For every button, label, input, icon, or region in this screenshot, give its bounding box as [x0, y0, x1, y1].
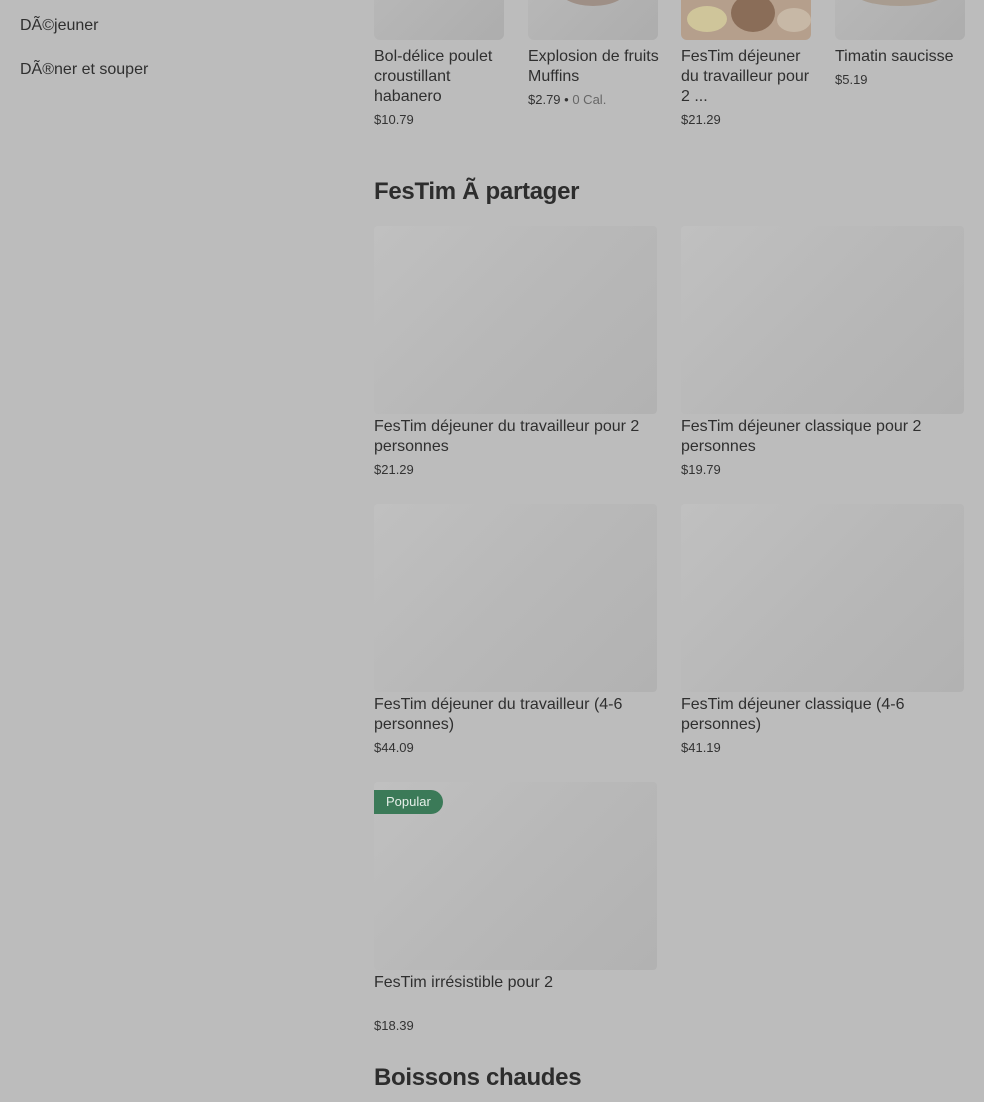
item-image-placeholder: [681, 504, 964, 692]
item-price: $21.29: [681, 112, 721, 127]
item-image: [528, 0, 658, 40]
item-price-row: $2.79 • 0 Cal.: [528, 92, 606, 107]
item-title: Bol-délice poulet croustillant habanero: [374, 48, 493, 105]
item-price: $18.39: [374, 1018, 414, 1033]
item-price: $21.29: [374, 462, 414, 477]
sidebar-item-dejeuner[interactable]: DÃ©jeuner: [20, 17, 99, 35]
item-title: FesTim irrésistible pour 2: [374, 974, 554, 991]
item-image-placeholder: [374, 504, 657, 692]
item-title: Explosion de fruits Muffins: [528, 48, 659, 85]
popular-badge: Popular: [374, 790, 443, 814]
item-title: FesTim déjeuner classique (4-6 personnes…: [681, 696, 905, 733]
item-price: $44.09: [374, 740, 414, 755]
item-image: [835, 0, 965, 40]
category-sidebar: DÃ©jeuner DÃ®ner et souper: [0, 0, 340, 1102]
item-price: $41.19: [681, 740, 721, 755]
item-title: Timatin saucisse: [835, 48, 954, 65]
item-image-placeholder: [681, 226, 964, 414]
item-title: FesTim déjeuner du travailleur pour 2 ..…: [681, 48, 810, 105]
section-title-festim-a-partager: FesTim Ã partager: [374, 178, 580, 205]
item-price: $5.19: [835, 72, 868, 87]
item-image-placeholder: [374, 226, 657, 414]
item-title: FesTim déjeuner du travailleur pour 2 pe…: [374, 418, 640, 455]
item-title: FesTim déjeuner classique pour 2 personn…: [681, 418, 922, 455]
item-image: [374, 0, 504, 40]
sidebar-item-diner-et-souper[interactable]: DÃ®ner et souper: [20, 61, 148, 79]
item-title: FesTim déjeuner du travailleur (4-6 pers…: [374, 696, 623, 733]
item-price: $2.79: [528, 92, 561, 107]
item-image: [681, 0, 811, 40]
menu-content: Bol-délice poulet croustillant habanero …: [374, 0, 965, 1102]
section-title-boissons-chaudes: Boissons chaudes: [374, 1064, 582, 1091]
item-price: $19.79: [681, 462, 721, 477]
top-row: Bol-délice poulet croustillant habanero …: [374, 0, 965, 140]
item-calories: 0 Cal.: [572, 92, 607, 107]
item-price: $10.79: [374, 112, 414, 127]
